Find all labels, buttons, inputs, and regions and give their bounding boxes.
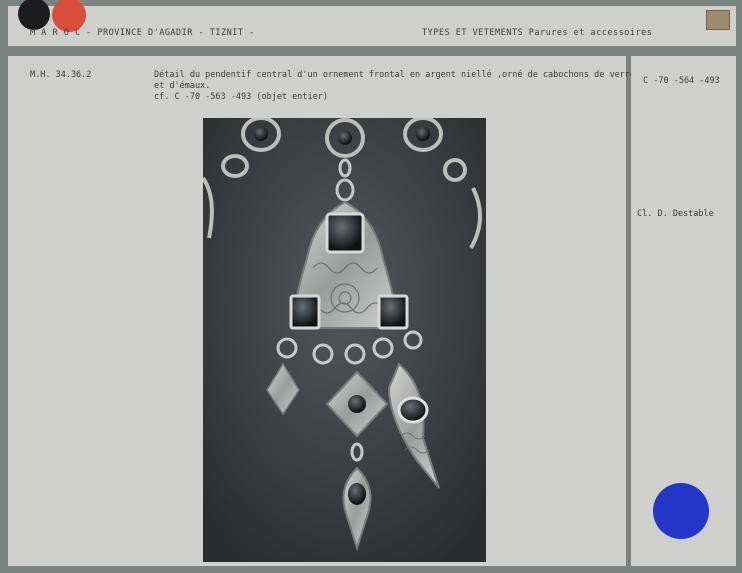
object-photograph [203, 118, 486, 562]
description-block: Détail du pendentif central d'un ornemen… [154, 70, 636, 103]
stamp-mark [706, 10, 730, 30]
pendant-illustration [203, 118, 486, 562]
side-panel: C -70 -564 -493 Cl. D. Destable [631, 56, 736, 566]
inventory-number: M.H. 34.36.2 [30, 70, 92, 80]
black-marker-dot [18, 0, 50, 30]
catalog-card: M A R O C - PROVINCE D'AGADIR - TIZNIT -… [0, 0, 742, 573]
card-header: M A R O C - PROVINCE D'AGADIR - TIZNIT -… [8, 0, 736, 46]
description-line: Détail du pendentif central d'un ornemen… [154, 70, 636, 80]
cross-reference: cf. C -70 -563 -493 (objet entier) [154, 92, 328, 102]
main-panel: M.H. 34.36.2 Détail du pendentif central… [8, 56, 636, 566]
category-heading: TYPES ET VETEMENTS Parures et accessoire… [422, 28, 653, 38]
description-line: et d'émaux. [154, 81, 211, 91]
location-heading: M A R O C - PROVINCE D'AGADIR - TIZNIT - [30, 28, 255, 38]
negative-number: C -70 -564 -493 [643, 76, 720, 86]
photo-credit: Cl. D. Destable [637, 209, 714, 219]
blue-marker-dot [653, 483, 709, 539]
